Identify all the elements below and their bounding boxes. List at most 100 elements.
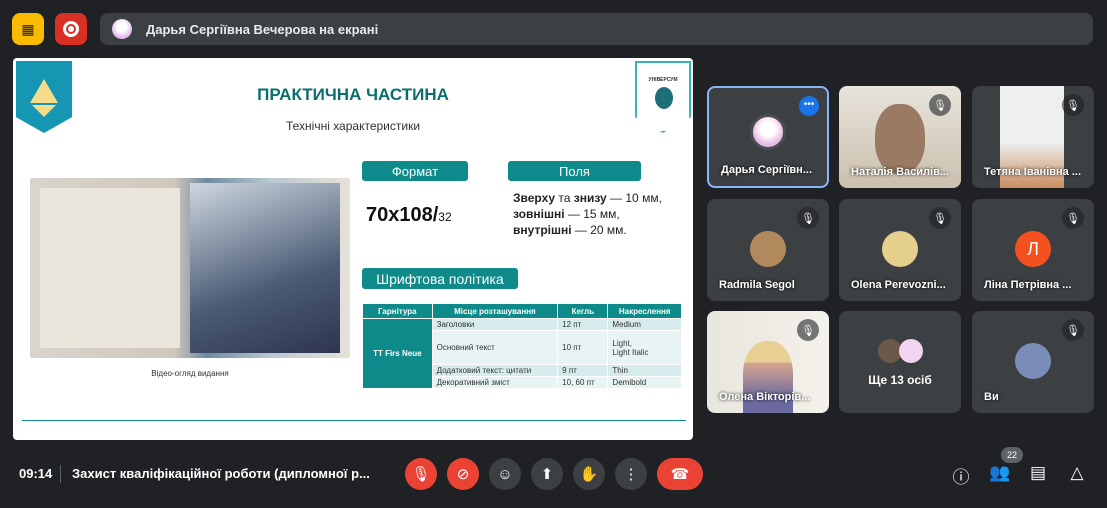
participants-0-name: Дарья Сергіївн...	[721, 164, 812, 176]
slide-table-headers-3: Накреслення	[607, 303, 682, 319]
element	[68, 26, 74, 32]
slide-fields-1-b: знизу	[573, 191, 607, 205]
avatar: Л	[1015, 231, 1051, 267]
slide-table-typeface: TT Firs Neue	[362, 318, 433, 389]
leave-call-button[interactable]: ☎	[657, 458, 703, 490]
more-options-button[interactable]: ⋮	[615, 458, 647, 490]
participant-tile[interactable]: Л 🎙 Ліна Петрівна ...	[972, 199, 1094, 301]
divider	[60, 465, 61, 483]
raise-hand-button[interactable]: ✋	[573, 458, 605, 490]
participant-tile[interactable]: 🎙 Наталія Василів...	[839, 86, 961, 188]
more-vert-icon: ⋮	[623, 466, 639, 483]
participant-tile[interactable]: ••• Дарья Сергіївн...	[707, 86, 829, 188]
slide-table-rows-0-place: Заголовки	[431, 318, 559, 331]
more-options-icon[interactable]: •••	[799, 96, 819, 116]
slide-table-rows-0-style: Medium	[607, 318, 682, 331]
font-table: Гарнітура Місце розташування Кегль Накресле…	[362, 303, 682, 389]
avatar	[750, 231, 786, 267]
slide-table-rows-3-style: Demibold	[607, 376, 682, 389]
captions-off-icon[interactable]: ▦	[12, 13, 44, 45]
photo-caption: Відео-огляд видання	[151, 369, 229, 378]
participant-tile[interactable]: 🎙 Olena Perevozni...	[839, 199, 961, 301]
camera-off-icon: ⊘	[456, 466, 470, 483]
chat-button[interactable]: ▤	[1027, 463, 1049, 483]
presenter-banner: Дарья Сергіївна Вечерова на екрані	[100, 13, 1093, 45]
people-button[interactable]: 👥	[989, 463, 1011, 483]
present-button[interactable]: ⬆	[531, 458, 563, 490]
people-icon: 👥	[989, 463, 1011, 482]
activities-button[interactable]: △	[1066, 463, 1088, 483]
element: Light, Light Italic	[607, 330, 682, 365]
table-row: TT Firs Neue Заголовки 12 пт Medium	[362, 318, 682, 389]
font-policy-label: Шрифтова політика	[362, 268, 518, 289]
more-participants-tile[interactable]: Ще 13 осіб	[839, 311, 961, 413]
participants-3-name: Radmila Segol	[719, 279, 795, 291]
avatar	[1015, 343, 1051, 379]
slide-table-rows-2-size: 9 пт	[557, 364, 609, 377]
mic-off-icon: 🎙	[411, 466, 431, 483]
element	[190, 183, 340, 353]
mic-off-icon: 🎙	[797, 207, 819, 229]
slide-table-rows-3-place: Декоративний зміст	[431, 376, 559, 389]
participant-tile[interactable]: 🎙 Ви	[972, 311, 1094, 413]
element: Гарнітура Місце розташування Кегль Накресле…	[362, 303, 682, 319]
meeting-title: Захист кваліфікаційної роботи (дипломної…	[72, 466, 370, 481]
element: УНІВЕРСУМ	[648, 77, 678, 83]
meeting-info-button[interactable]: ⓘ	[950, 463, 972, 488]
participants-7-name: Ще 13 осіб	[868, 373, 932, 387]
participants-5-name: Ліна Петрівна ...	[984, 279, 1072, 291]
slide-fields-2-t: — 15 мм,	[564, 207, 620, 221]
participants-1-name: Наталія Василів...	[851, 166, 950, 178]
slide-table-rows-3-size: 10, 60 пт	[557, 376, 609, 389]
slide-table-rows-2-place: Додатковий текст: цитати	[431, 364, 559, 377]
format-label: Формат	[362, 161, 468, 181]
slide-table-rows-1-place: Основний текст	[431, 330, 559, 365]
camera-off-button[interactable]: ⊘	[447, 458, 479, 490]
slide-fields-1-t: — 10 мм,	[606, 191, 662, 205]
slide-table-rows-0-size: 12 пт	[557, 318, 609, 331]
video-feed	[875, 104, 925, 174]
element	[40, 188, 180, 348]
participant-tile[interactable]: 🎙 Тетяна Іванівна ...	[972, 86, 1094, 188]
slide-fields-0-b: Зверху	[513, 191, 556, 205]
meeting-time: 09:14	[19, 466, 53, 481]
people-count-badge: 22	[1001, 447, 1023, 463]
slide-format_sub: 32	[438, 210, 452, 224]
reactions-button[interactable]: ☺	[489, 458, 521, 490]
slide-fields-2-b: зовнішні	[513, 207, 565, 221]
participants-8-name: Ви	[984, 391, 999, 403]
book-photo	[30, 178, 350, 358]
emoji-icon: ☺	[497, 465, 513, 483]
participant-tile[interactable]: 🎙 Олена Вікторів...	[707, 311, 829, 413]
recording-button[interactable]	[55, 13, 87, 45]
slide-title: ПРАКТИЧНА ЧАСТИНА	[257, 85, 449, 104]
mic-off-button[interactable]: 🎙	[405, 458, 437, 490]
slide-fields-3-t: — 20 мм.	[571, 223, 627, 237]
slide-table-rows-1-style2: Light Italic	[612, 347, 649, 357]
present-icon: ⬆	[540, 466, 554, 483]
fields-text: Зверху та знизу — 10 мм, зовнішні — 15 мм…	[513, 190, 688, 238]
element: Гарнітура Місце розташування Кегль Накресле…	[362, 303, 682, 389]
slide-table-headers-2: Кегль	[557, 303, 609, 319]
chat-icon: ▤	[1029, 463, 1047, 482]
end-call-icon: ☎	[670, 466, 690, 483]
mic-off-icon: 🎙	[929, 207, 951, 229]
slide-table-rows-1-style: Light,	[612, 338, 632, 348]
slide-table-headers-1: Місце розташування	[431, 303, 559, 319]
participant-tile[interactable]: 🎙 Radmila Segol	[707, 199, 829, 301]
mic-off-icon: 🎙	[1062, 207, 1084, 229]
participants-4-name: Olena Perevozni...	[851, 279, 946, 291]
info-icon: ⓘ	[952, 468, 970, 487]
slide-divider	[22, 420, 686, 421]
mic-off-icon: 🎙	[1062, 319, 1084, 341]
hand-icon: ✋	[579, 466, 599, 483]
participants-2-name: Тетяна Іванівна ...	[984, 166, 1082, 178]
presenter-banner-text: Дарья Сергіївна Вечерова на екрані	[146, 21, 379, 37]
presenter-avatar	[112, 19, 132, 39]
format-value: 70x108/32	[366, 204, 452, 227]
shared-slide: УНІВЕРСУМ ПРАКТИЧНА ЧАСТИНА Технічні хар…	[13, 58, 693, 440]
activities-icon: △	[1070, 463, 1084, 482]
slide-table-headers-0: Гарнітура	[362, 303, 433, 319]
slide-fields-0-t: та	[555, 191, 574, 205]
avatar	[750, 114, 786, 150]
